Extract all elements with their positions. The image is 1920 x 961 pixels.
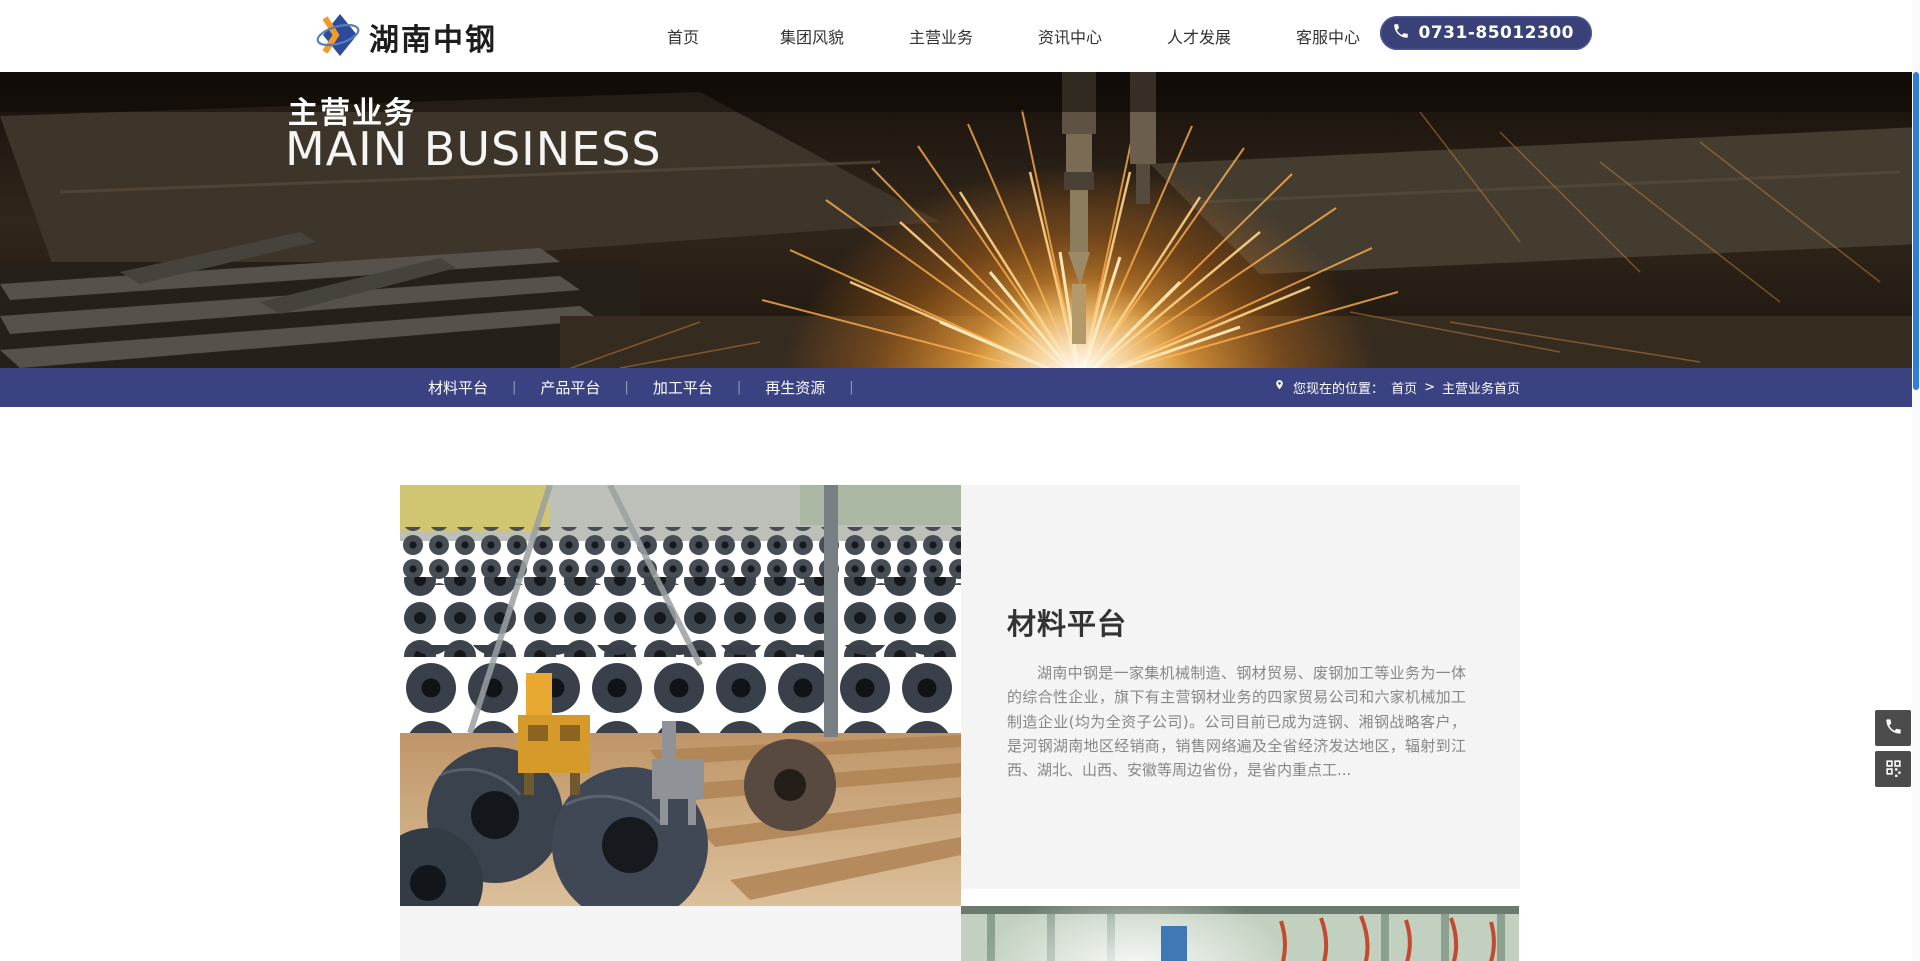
tab-separator: | bbox=[849, 380, 853, 395]
hero-title-english: MAIN BUSINESS bbox=[285, 122, 662, 176]
hotline-phone-badge[interactable]: 0731-85012300 bbox=[1380, 16, 1593, 50]
section-text-panel: 材料平台 湖南中钢是一家集机械制造、钢材贸易、废钢加工等业务为一体的综合性企业，… bbox=[961, 485, 1520, 889]
top-navigation-bar: 湖南中钢 首页 集团风貌 主营业务 资讯中心 人才发展 客服中心 0731-85… bbox=[0, 0, 1920, 72]
nav-item-home[interactable]: 首页 bbox=[650, 24, 716, 48]
tab-processing-platform[interactable]: 加工平台 bbox=[653, 377, 713, 398]
tab-product-platform[interactable]: 产品平台 bbox=[540, 377, 600, 398]
page: 湖南中钢 首页 集团风貌 主营业务 资讯中心 人才发展 客服中心 0731-85… bbox=[0, 0, 1920, 961]
section-body-text: 湖南中钢是一家集机械制造、钢材贸易、废钢加工等业务为一体的综合性企业，旗下有主营… bbox=[1007, 661, 1466, 782]
breadcrumb: 您现在的位置： 首页 > 主营业务首页 bbox=[1273, 377, 1520, 398]
tab-recycled-resources[interactable]: 再生资源 bbox=[765, 377, 825, 398]
tab-separator: | bbox=[737, 380, 741, 395]
section-text-panel bbox=[400, 906, 961, 961]
location-pin-icon bbox=[1273, 377, 1286, 398]
main-content: 材料平台 湖南中钢是一家集机械制造、钢材贸易、废钢加工等业务为一体的综合性企业，… bbox=[400, 485, 1520, 961]
company-name: 湖南中钢 bbox=[369, 15, 497, 59]
hotline-number: 0731-85012300 bbox=[1419, 23, 1575, 43]
secondary-navigation-bar: 材料平台 | 产品平台 | 加工平台 | 再生资源 | 您现在的位置： 首页 >… bbox=[0, 368, 1920, 407]
section-material-platform: 材料平台 湖南中钢是一家集机械制造、钢材贸易、废钢加工等业务为一体的综合性企业，… bbox=[400, 485, 1520, 906]
nav-item-main-business[interactable]: 主营业务 bbox=[908, 24, 974, 48]
scrollbar-track bbox=[1912, 0, 1920, 961]
scrollbar-thumb[interactable] bbox=[1913, 72, 1919, 390]
nav-item-news-center[interactable]: 资讯中心 bbox=[1037, 24, 1103, 48]
steel-coils-photo bbox=[400, 485, 961, 906]
company-logo-icon bbox=[316, 12, 360, 62]
factory-workshop-photo bbox=[961, 906, 1520, 961]
section-title: 材料平台 bbox=[1007, 601, 1466, 643]
floating-phone-button[interactable] bbox=[1875, 710, 1911, 746]
floating-qr-button[interactable] bbox=[1875, 751, 1911, 787]
nav-item-group-profile[interactable]: 集团风貌 bbox=[779, 24, 845, 48]
nav-item-talent[interactable]: 人才发展 bbox=[1166, 24, 1232, 48]
qr-code-icon bbox=[1884, 758, 1903, 781]
phone-icon bbox=[1884, 717, 1903, 740]
breadcrumb-label: 您现在的位置： bbox=[1293, 378, 1384, 397]
tab-separator: | bbox=[624, 380, 628, 395]
tab-separator: | bbox=[512, 380, 516, 395]
breadcrumb-home-link[interactable]: 首页 bbox=[1391, 378, 1417, 397]
nav-item-service-center[interactable]: 客服中心 bbox=[1295, 24, 1361, 48]
company-logo[interactable]: 湖南中钢 bbox=[316, 12, 497, 62]
main-navigation: 首页 集团风貌 主营业务 资讯中心 人才发展 客服中心 bbox=[650, 0, 1361, 72]
hero-banner: 主营业务 MAIN BUSINESS bbox=[0, 72, 1920, 368]
section-next-partial bbox=[400, 906, 1520, 961]
breadcrumb-current[interactable]: 主营业务首页 bbox=[1442, 378, 1520, 397]
tab-material-platform[interactable]: 材料平台 bbox=[428, 377, 488, 398]
phone-icon bbox=[1392, 22, 1410, 45]
breadcrumb-arrow: > bbox=[1424, 380, 1435, 395]
floating-toolbar bbox=[1875, 710, 1911, 787]
